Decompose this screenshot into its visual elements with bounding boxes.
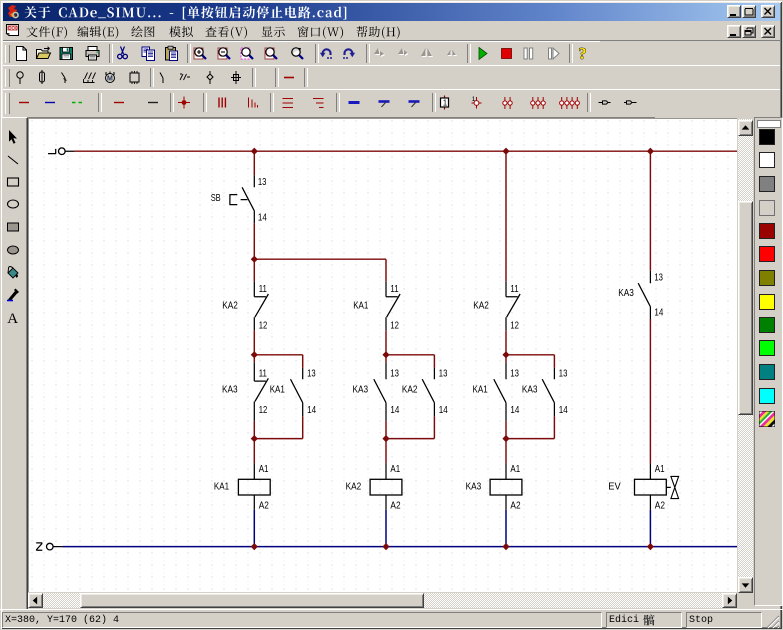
svg-text:KA3: KA3: [522, 385, 538, 396]
svg-text:13: 13: [510, 368, 519, 379]
svg-text:14: 14: [307, 405, 316, 416]
svg-text:A2: A2: [259, 500, 269, 511]
svg-text:12: 12: [259, 405, 268, 416]
svg-text:A: A: [7, 311, 18, 325]
svg-text:13: 13: [654, 272, 663, 283]
svg-text:13: 13: [559, 368, 568, 379]
svg-text:?: ?: [578, 45, 586, 62]
svg-text:1: 1: [472, 96, 476, 103]
svg-text:14: 14: [510, 405, 519, 416]
svg-text:A2: A2: [390, 500, 400, 511]
svg-text:12: 12: [510, 321, 519, 332]
svg-text:SB: SB: [211, 193, 221, 204]
svg-text:13: 13: [258, 177, 267, 188]
svg-text:KA1: KA1: [473, 385, 488, 396]
svg-text:KA3: KA3: [353, 385, 369, 396]
svg-text:12: 12: [259, 321, 268, 332]
svg-text:13: 13: [390, 368, 399, 379]
svg-text:14: 14: [439, 405, 448, 416]
svg-text:A2: A2: [510, 500, 520, 511]
svg-text:A1: A1: [390, 464, 400, 475]
svg-text:KA3: KA3: [222, 385, 238, 396]
svg-text:M: M: [107, 76, 113, 83]
svg-text:EV: EV: [608, 482, 621, 493]
svg-text:11: 11: [390, 284, 398, 295]
svg-text:13: 13: [307, 368, 316, 379]
svg-text:A1: A1: [259, 464, 269, 475]
svg-text:14: 14: [258, 213, 267, 224]
svg-text:11: 11: [259, 284, 267, 295]
svg-text:KA2: KA2: [473, 301, 489, 312]
svg-text:14: 14: [654, 308, 663, 319]
svg-text:KA2: KA2: [222, 301, 238, 312]
svg-text:KA1: KA1: [353, 301, 368, 312]
svg-text:11: 11: [510, 284, 518, 295]
svg-text:KA1: KA1: [214, 482, 229, 493]
svg-text:KA1: KA1: [270, 385, 285, 396]
svg-text:A1: A1: [510, 464, 520, 475]
svg-text:13: 13: [439, 368, 448, 379]
svg-text:12: 12: [390, 321, 399, 332]
svg-text:14: 14: [559, 405, 568, 416]
svg-text:KA2: KA2: [346, 482, 362, 493]
svg-text:14: 14: [390, 405, 399, 416]
svg-text:11: 11: [259, 368, 267, 379]
svg-text:1: 1: [443, 99, 448, 108]
svg-text:A1: A1: [655, 464, 665, 475]
svg-text:KA3: KA3: [618, 288, 634, 299]
svg-text:KA2: KA2: [402, 385, 418, 396]
svg-text:A2: A2: [655, 500, 665, 511]
svg-text:DOC: DOC: [8, 25, 19, 30]
svg-text:KA3: KA3: [466, 482, 482, 493]
